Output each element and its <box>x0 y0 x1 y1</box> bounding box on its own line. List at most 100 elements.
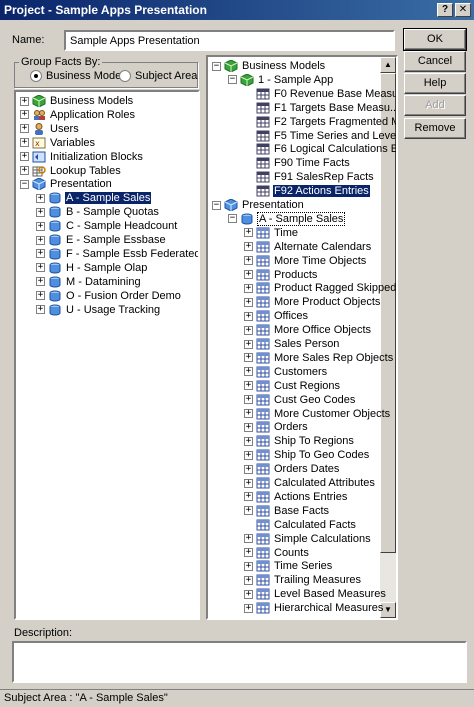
description-input[interactable] <box>12 641 467 683</box>
add-button[interactable]: Add <box>404 95 466 116</box>
left-tree-node[interactable]: + C - Sample Headcount <box>36 219 178 233</box>
expand-icon[interactable]: + <box>244 242 253 252</box>
expand-icon[interactable]: + <box>244 228 253 238</box>
expand-icon[interactable]: + <box>244 339 253 349</box>
left-tree-node[interactable]: + Lookup Tables <box>20 164 122 178</box>
expand-icon[interactable]: + <box>20 166 29 175</box>
expand-icon[interactable]: + <box>36 263 45 273</box>
right-tree-node[interactable]: + Cust Regions <box>244 379 341 393</box>
scroll-up-icon[interactable]: ▲ <box>380 57 396 73</box>
help-icon[interactable]: ? <box>437 3 453 17</box>
expand-icon[interactable]: + <box>244 464 253 474</box>
radio-subject-area-dot[interactable] <box>119 70 131 82</box>
expand-icon[interactable]: + <box>36 235 45 245</box>
radio-subject-area[interactable]: Subject Area <box>119 70 197 82</box>
left-tree-node[interactable]: + Users <box>20 122 80 136</box>
right-tree-node[interactable]: F90 Time Facts <box>244 156 351 170</box>
expand-icon[interactable]: + <box>244 311 253 321</box>
right-tree-node[interactable]: F6 Logical Calculations E: <box>244 142 396 156</box>
expand-icon[interactable]: + <box>20 110 29 120</box>
expand-icon[interactable]: + <box>36 193 45 203</box>
right-tree-node[interactable]: + Products <box>244 268 318 282</box>
expand-icon[interactable]: + <box>36 249 45 259</box>
left-tree-node[interactable]: + Initialization Blocks <box>20 150 144 164</box>
right-tree-node[interactable]: F92 Actions Entries <box>244 184 370 198</box>
collapse-icon[interactable]: − <box>212 200 221 210</box>
expand-icon[interactable]: + <box>244 283 253 293</box>
right-tree-node[interactable]: + Offices <box>244 309 309 323</box>
right-tree-node[interactable]: + Ship To Regions <box>244 434 355 448</box>
right-tree-node[interactable]: + Actions Entries <box>244 490 348 504</box>
collapse-icon[interactable]: − <box>212 61 221 71</box>
expand-icon[interactable]: + <box>244 436 253 446</box>
right-tree-node[interactable]: + More Product Objects <box>244 295 381 309</box>
right-tree-node[interactable]: + Trailing Measures <box>244 573 362 587</box>
expand-icon[interactable]: + <box>244 603 253 613</box>
expand-icon[interactable]: + <box>36 291 45 301</box>
right-tree-node[interactable]: + Ship To Geo Codes <box>244 448 370 462</box>
right-tree-node[interactable]: + Orders <box>244 420 309 434</box>
expand-icon[interactable]: + <box>244 478 253 488</box>
expand-icon[interactable]: + <box>244 575 253 585</box>
right-tree-node[interactable]: + Calculated Attributes <box>244 476 376 490</box>
expand-icon[interactable]: + <box>20 124 29 134</box>
left-tree-node[interactable]: + x Variables <box>20 136 96 150</box>
expand-icon[interactable]: + <box>244 548 253 557</box>
collapse-icon[interactable]: − <box>20 179 29 189</box>
expand-icon[interactable]: + <box>244 561 253 571</box>
right-tree-node[interactable]: + Time <box>244 226 299 240</box>
right-tree-node[interactable]: F0 Revenue Base Measu <box>244 87 396 101</box>
right-tree-node[interactable]: F1 Targets Base Measu... <box>244 101 396 115</box>
expand-icon[interactable]: + <box>244 450 253 460</box>
right-tree-node[interactable]: − 1 - Sample App <box>228 73 334 87</box>
left-tree-node[interactable]: + A - Sample Sales <box>36 191 152 205</box>
right-tree-node[interactable]: + Hierarchical Measures <box>244 601 384 615</box>
right-tree-node[interactable]: + More Office Objects <box>244 323 372 337</box>
collapse-icon[interactable]: − <box>228 75 237 85</box>
left-tree-node[interactable]: + E - Sample Essbase <box>36 233 167 247</box>
cancel-button[interactable]: Cancel <box>404 51 466 72</box>
radio-business-model-dot[interactable] <box>30 70 42 82</box>
right-tree-node[interactable]: + Time Series <box>244 559 333 573</box>
right-tree-node[interactable]: + Product Ragged Skipped <box>244 281 396 295</box>
expand-icon[interactable]: + <box>244 534 253 544</box>
right-tree-node[interactable]: + Orders Dates <box>244 462 340 476</box>
left-tree-node[interactable]: + F - Sample Essb Federated <box>36 247 198 261</box>
expand-icon[interactable]: + <box>244 381 253 391</box>
right-tree-node[interactable]: − Presentation <box>212 198 305 212</box>
left-tree-node[interactable]: − Presentation <box>20 177 113 191</box>
right-tree-node[interactable]: + Customers <box>244 365 328 379</box>
left-tree-node[interactable]: + U - Usage Tracking <box>36 303 161 317</box>
expand-icon[interactable]: + <box>36 305 45 314</box>
right-tree-node[interactable]: + More Time Objects <box>244 254 367 268</box>
expand-icon[interactable]: + <box>244 367 253 377</box>
right-tree-node[interactable]: F5 Time Series and Level <box>244 129 396 143</box>
expand-icon[interactable]: + <box>244 422 253 432</box>
expand-icon[interactable]: + <box>20 96 29 106</box>
expand-icon[interactable]: + <box>244 506 253 516</box>
expand-icon[interactable]: + <box>36 207 45 217</box>
right-tree-node[interactable]: − A - Sample Sales <box>228 211 346 226</box>
left-tree-node[interactable]: + O - Fusion Order Demo <box>36 289 182 303</box>
right-tree-node[interactable]: + Base Facts <box>244 504 330 518</box>
right-tree-node[interactable]: F2 Targets Fragmented M <box>244 115 396 129</box>
expand-icon[interactable]: + <box>244 395 253 405</box>
help-button[interactable]: Help <box>404 73 466 94</box>
left-tree-node[interactable]: + B - Sample Quotas <box>36 205 160 219</box>
left-tree[interactable]: + Business Models + Application Roles + Users… <box>14 90 200 620</box>
radio-business-model[interactable]: Business Model <box>30 70 124 82</box>
close-icon[interactable]: ✕ <box>455 3 471 17</box>
left-tree-node[interactable]: + M - Datamining <box>36 275 142 289</box>
expand-icon[interactable]: + <box>244 325 253 335</box>
name-input[interactable]: Sample Apps Presentation <box>64 30 395 51</box>
ok-button[interactable]: OK <box>403 28 467 51</box>
right-tree-node[interactable]: + More Customer Objects <box>244 407 391 421</box>
right-tree-node[interactable]: + Level Based Measures <box>244 587 387 601</box>
expand-icon[interactable]: + <box>36 277 45 287</box>
right-tree-node[interactable]: Calculated Facts <box>244 518 357 532</box>
collapse-icon[interactable]: − <box>228 214 237 224</box>
expand-icon[interactable]: + <box>244 297 253 307</box>
left-tree-node[interactable]: + H - Sample Olap <box>36 261 148 275</box>
left-tree-node[interactable]: + Application Roles <box>20 108 136 122</box>
expand-icon[interactable]: + <box>244 589 253 599</box>
